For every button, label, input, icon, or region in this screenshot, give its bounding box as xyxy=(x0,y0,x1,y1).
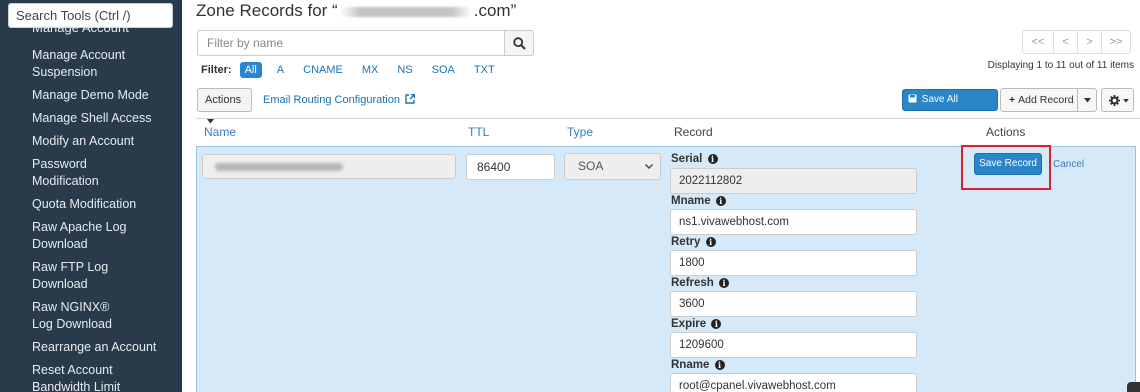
chat-icon[interactable] xyxy=(1127,382,1140,392)
filter-chip-ns[interactable]: NS xyxy=(393,62,416,78)
sidebar: Search Tools (Ctrl /) Manage Account Man… xyxy=(0,0,182,392)
info-icon[interactable]: i xyxy=(714,360,725,370)
expire-label: Expire i xyxy=(671,318,722,330)
add-record-label: Add Record xyxy=(1018,94,1074,106)
external-link-icon xyxy=(405,93,416,104)
filter-type-bar: Filter: All A CNAME MX NS SOA TXT xyxy=(201,62,510,78)
sidebar-item-raw-apache-log-download[interactable]: Raw Apache Log Download xyxy=(32,219,132,259)
column-header-type[interactable]: Type xyxy=(567,125,593,139)
serial-field: 2022112802 xyxy=(670,168,917,194)
expire-label-text: Expire xyxy=(671,318,707,330)
search-tools-input[interactable]: Search Tools (Ctrl /) xyxy=(8,3,173,28)
add-record-dropdown-toggle[interactable] xyxy=(1077,88,1097,112)
refresh-label-text: Refresh xyxy=(671,277,714,289)
rname-input[interactable]: root@cpanel.vivawebhost.com xyxy=(670,373,917,392)
expire-input[interactable]: 1209600 xyxy=(670,332,917,358)
record-type-select[interactable]: SOA xyxy=(564,153,661,180)
filter-chip-all[interactable]: All xyxy=(239,62,262,78)
retry-label-text: Retry xyxy=(671,236,701,248)
caret-down-icon xyxy=(1123,99,1129,103)
filter-chip-a[interactable]: A xyxy=(273,62,288,78)
search-icon xyxy=(513,37,526,50)
refresh-input[interactable]: 3600 xyxy=(670,291,917,317)
column-header-record: Record xyxy=(674,125,713,139)
column-header-actions: Actions xyxy=(986,125,1026,139)
rname-label-text: Rname xyxy=(671,359,710,371)
record-type-value: SOA xyxy=(578,159,604,173)
pagination: << < > >> xyxy=(1022,30,1131,54)
info-icon[interactable]: i xyxy=(719,278,730,288)
sidebar-item-manage-account-suspension[interactable]: Manage Account Suspension xyxy=(32,47,177,87)
first-page-button[interactable]: << xyxy=(1022,30,1054,54)
gear-icon xyxy=(1109,95,1120,106)
chevron-down-icon xyxy=(645,164,653,169)
sidebar-item-modify-an-account[interactable]: Modify an Account xyxy=(32,133,177,156)
redacted-domain xyxy=(339,6,472,17)
prev-page-button[interactable]: < xyxy=(1053,30,1078,54)
info-icon[interactable]: i xyxy=(715,196,726,206)
mname-label-text: Mname xyxy=(671,195,711,207)
ttl-input[interactable]: 86400 xyxy=(466,154,555,180)
record-name-field[interactable] xyxy=(202,154,456,179)
page-title: Zone Records for “ .com” xyxy=(196,1,516,21)
sidebar-item-raw-nginx-log-download[interactable]: Raw NGINX® Log Download xyxy=(32,299,132,339)
email-routing-link[interactable]: Email Routing Configuration xyxy=(263,93,416,106)
caret-down-icon xyxy=(1084,98,1091,103)
mname-input[interactable]: ns1.vivawebhost.com xyxy=(670,209,917,235)
add-record-button[interactable]: + Add Record xyxy=(1000,88,1078,112)
sidebar-item-manage-demo-mode[interactable]: Manage Demo Mode xyxy=(32,87,177,110)
filter-chip-txt[interactable]: TXT xyxy=(470,62,499,78)
settings-dropdown-button[interactable] xyxy=(1101,88,1134,112)
retry-label: Retry i xyxy=(671,236,716,248)
refresh-label: Refresh i xyxy=(671,277,730,289)
sidebar-item-password-modification[interactable]: Password Modification xyxy=(32,156,127,196)
sidebar-item-reset-account-bandwidth-limit[interactable]: Reset Account Bandwidth Limit xyxy=(32,362,132,392)
save-icon xyxy=(908,94,917,103)
filter-chip-cname[interactable]: CNAME xyxy=(299,62,347,78)
table-header-divider xyxy=(196,118,1140,119)
last-page-button[interactable]: >> xyxy=(1101,30,1131,54)
filter-by-name-input[interactable]: Filter by name xyxy=(197,30,505,56)
serial-label: Serial i xyxy=(671,153,718,165)
sidebar-item-manage-shell-access[interactable]: Manage Shell Access xyxy=(32,110,177,133)
filter-label: Filter: xyxy=(201,64,232,76)
redacted-record-name xyxy=(215,163,343,171)
info-icon[interactable]: i xyxy=(711,319,722,329)
actions-dropdown-button[interactable]: Actions xyxy=(197,88,252,124)
sidebar-item-raw-ftp-log-download[interactable]: Raw FTP Log Download xyxy=(32,259,112,299)
items-count-text: Displaying 1 to 11 out of 11 items xyxy=(987,60,1134,71)
page-title-prefix: Zone Records for “ xyxy=(196,1,338,20)
save-record-highlight xyxy=(961,145,1051,190)
sidebar-item-cut[interactable]: Manage Account xyxy=(32,26,129,36)
main-content: Zone Records for “ .com” Filter by name F… xyxy=(196,0,1140,392)
email-routing-label: Email Routing Configuration xyxy=(263,94,400,106)
filter-chip-mx[interactable]: MX xyxy=(358,62,383,78)
page-title-suffix: .com” xyxy=(473,1,517,20)
info-icon[interactable]: i xyxy=(705,237,716,247)
filter-chip-soa[interactable]: SOA xyxy=(428,62,459,78)
rname-label: Rname i xyxy=(671,359,725,371)
sidebar-menu: Manage Account Suspension Manage Demo Mo… xyxy=(32,47,177,392)
sidebar-item-quota-modification[interactable]: Quota Modification xyxy=(32,196,177,219)
serial-label-text: Serial xyxy=(671,153,703,165)
info-icon[interactable]: i xyxy=(707,154,718,164)
save-all-records-button[interactable]: Save All Records xyxy=(902,89,998,125)
retry-input[interactable]: 1800 xyxy=(670,250,917,276)
caret-down-icon xyxy=(207,119,214,124)
actions-label: Actions xyxy=(205,94,242,106)
sidebar-item-rearrange-an-account[interactable]: Rearrange an Account xyxy=(32,339,177,362)
column-header-name[interactable]: Name xyxy=(204,125,236,139)
mname-label: Mname i xyxy=(671,195,726,207)
filter-search-button[interactable] xyxy=(504,30,534,56)
next-page-button[interactable]: > xyxy=(1077,30,1102,54)
cancel-link[interactable]: Cancel xyxy=(1053,159,1084,170)
column-header-ttl[interactable]: TTL xyxy=(468,125,489,139)
plus-icon: + xyxy=(1009,94,1016,106)
